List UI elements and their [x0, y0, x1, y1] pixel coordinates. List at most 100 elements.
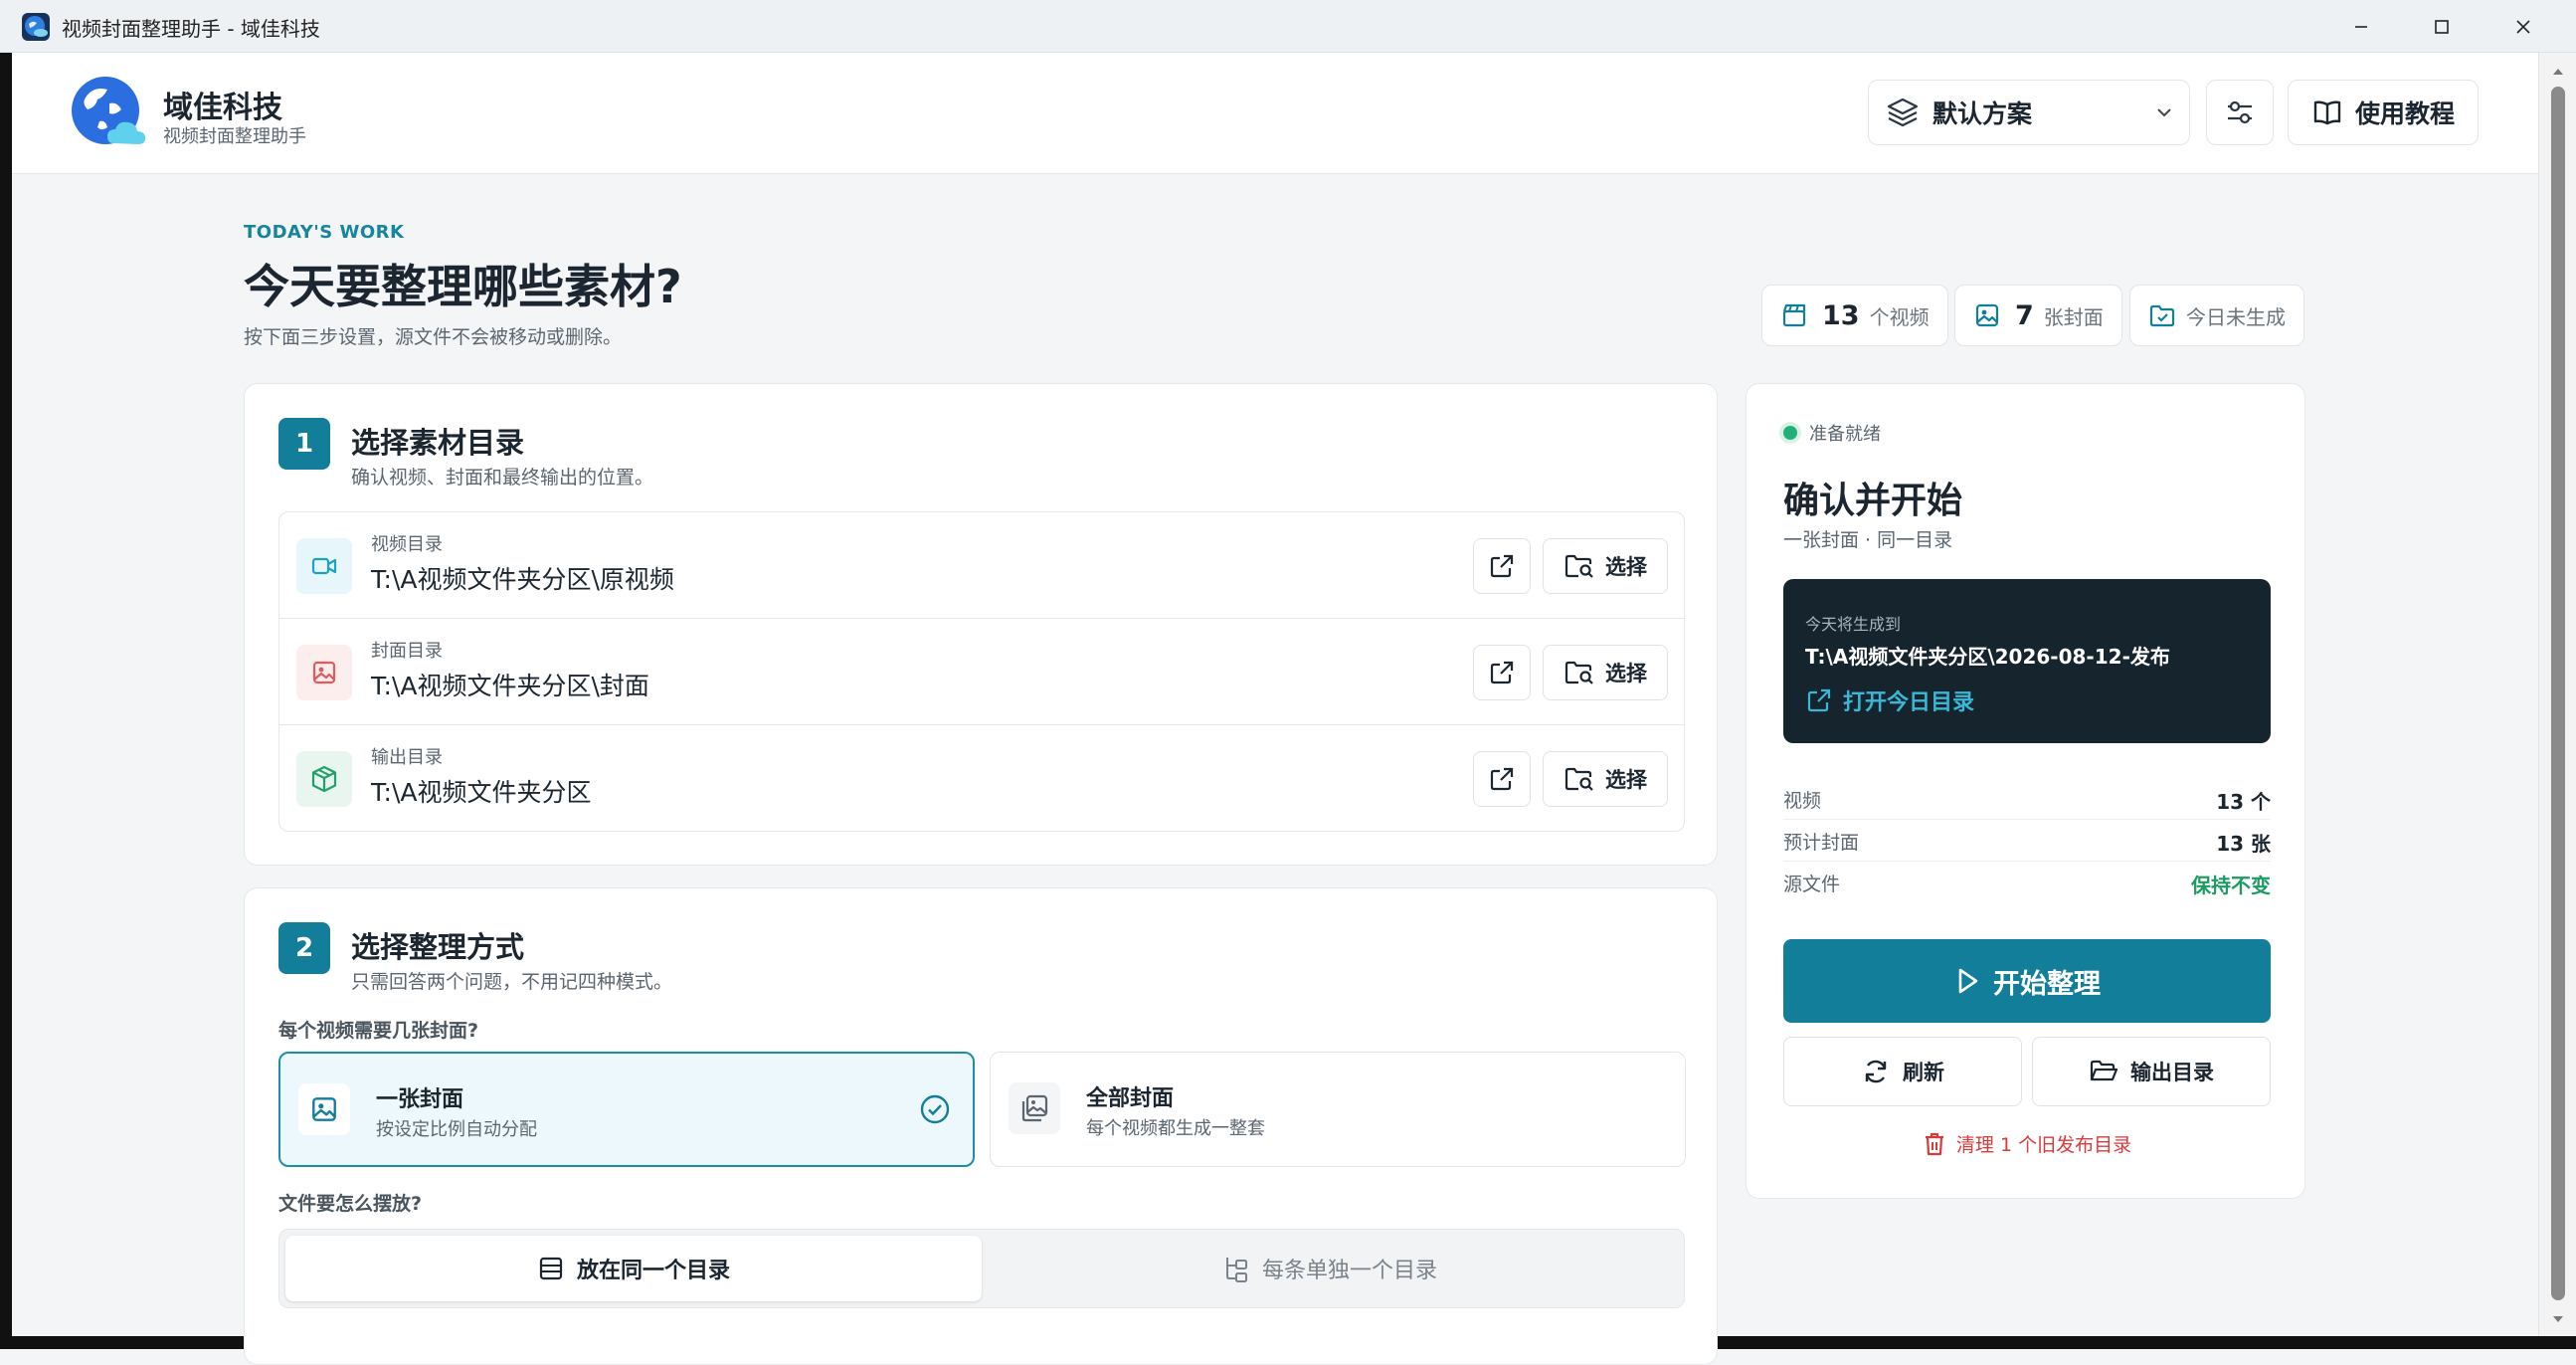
maximize-icon	[2435, 20, 2449, 34]
scheme-select[interactable]: 默认方案	[1868, 80, 2190, 145]
status-text: 准备就绪	[1809, 424, 1881, 445]
refresh-icon	[1865, 1060, 1887, 1083]
refresh-button[interactable]: 刷新	[1783, 1037, 2022, 1106]
option-all-covers[interactable]: 全部封面 每个视频都生成一整套	[990, 1052, 1686, 1167]
scroll-down-arrow-icon[interactable]	[2551, 1312, 2565, 1326]
option-all-sub: 每个视频都生成一整套	[1086, 1118, 1265, 1139]
open-today-dir-label: 打开今日目录	[1843, 690, 1975, 715]
minimize-icon	[2355, 26, 2367, 28]
tutorial-button[interactable]: 使用教程	[2288, 80, 2479, 145]
start-label: 开始整理	[1993, 968, 2101, 1000]
placement-separate-dir-option[interactable]: 每条单独一个目录	[982, 1236, 1678, 1301]
cleanup-link[interactable]: 清理 1 个旧发布目录	[1783, 1130, 2271, 1157]
window-frame-left	[0, 53, 12, 1349]
box-icon	[296, 751, 352, 807]
placement-separate-dir-label: 每条单独一个目录	[1261, 1259, 1437, 1283]
placement-same-dir-label: 放在同一个目录	[576, 1259, 730, 1283]
choose-label: 选择	[1605, 768, 1647, 792]
step1-title: 选择素材目录	[351, 426, 525, 460]
eyebrow-label: TODAY'S WORK	[244, 222, 405, 243]
summary-value: 13 张	[2216, 832, 2271, 856]
open-today-dir-link[interactable]: 打开今日目录	[1805, 684, 1974, 716]
trash-icon	[1925, 1132, 1943, 1155]
destination-path: T:\A视频文件夹分区\2026-08-12-发布	[1805, 645, 2170, 669]
confirm-panel: 准备就绪 确认并开始 一张封面 · 同一目录 今天将生成到 T:\A视频文件夹分…	[1746, 383, 2305, 1199]
step1-card: 1 选择素材目录 确认视频、封面和最终输出的位置。 视频目录 T:\A视频文件夹…	[244, 383, 1718, 866]
stat-today-status: 今日未生成	[2129, 285, 2304, 346]
output-dir-label: 输出目录	[371, 747, 443, 768]
step1-number: 1	[278, 418, 330, 470]
summary-label: 预计封面	[1783, 832, 1860, 854]
open-cover-dir-button[interactable]	[1473, 645, 1531, 700]
open-output-dir-button[interactable]	[1473, 751, 1531, 807]
image-icon	[1975, 303, 1999, 327]
summary-value: 保持不变	[2191, 874, 2271, 897]
open-video-dir-button[interactable]	[1473, 538, 1531, 594]
panel-title: 确认并开始	[1783, 481, 1963, 521]
app-icon	[22, 13, 50, 41]
output-dir-row: 输出目录 T:\A视频文件夹分区 选择	[279, 725, 1684, 831]
cover-dir-row: 封面目录 T:\A视频文件夹分区\封面 选择	[279, 619, 1684, 725]
choose-video-dir-button[interactable]: 选择	[1543, 538, 1668, 594]
refresh-label: 刷新	[1903, 1061, 1944, 1084]
step2-number: 2	[278, 922, 330, 974]
panel-subtitle: 一张封面 · 同一目录	[1783, 529, 1953, 551]
settings-button[interactable]	[2206, 80, 2274, 145]
scroll-up-arrow-icon[interactable]	[2551, 65, 2565, 79]
external-link-icon	[1490, 554, 1514, 578]
app-header: 域佳科技 视频封面整理助手 默认方案 使用教程	[12, 53, 2538, 174]
placement-same-dir-option[interactable]: 放在同一个目录	[285, 1236, 982, 1301]
directory-list: 视频目录 T:\A视频文件夹分区\原视频 选择 封面目录 T:\A视频文件夹分区…	[278, 511, 1685, 832]
video-dir-path: T:\A视频文件夹分区\原视频	[371, 565, 674, 594]
minimize-button[interactable]	[2346, 12, 2376, 42]
summary-label: 视频	[1783, 790, 1822, 812]
page-title: 今天要整理哪些素材?	[244, 260, 682, 313]
stat-video-count: 13 个视频	[1761, 285, 1948, 346]
external-link-icon	[1490, 767, 1514, 791]
book-icon	[2313, 100, 2341, 125]
placement-question: 文件要怎么摆放?	[278, 1193, 423, 1215]
external-link-icon	[1490, 661, 1514, 684]
summary-row-covers: 预计封面 13 张	[1783, 820, 2271, 862]
play-icon	[1958, 968, 1978, 994]
scheme-label: 默认方案	[1932, 99, 2033, 128]
stat-today-text: 今日未生成	[2186, 304, 2286, 329]
summary-label: 源文件	[1783, 874, 1841, 895]
globe-cloud-logo	[70, 74, 147, 151]
step1-subtitle: 确认视频、封面和最终输出的位置。	[351, 467, 654, 488]
output-dir-path: T:\A视频文件夹分区	[371, 778, 592, 807]
stat-video-unit: 个视频	[1869, 304, 1930, 329]
choose-output-dir-button[interactable]: 选择	[1543, 751, 1668, 807]
folder-search-icon	[1564, 767, 1593, 791]
image-icon	[296, 645, 352, 700]
tutorial-label: 使用教程	[2354, 99, 2455, 128]
close-button[interactable]	[2508, 12, 2538, 42]
page-subtitle: 按下面三步设置，源文件不会被移动或删除。	[244, 326, 623, 348]
start-button[interactable]: 开始整理	[1783, 939, 2271, 1023]
brand-subtitle: 视频封面整理助手	[163, 126, 306, 147]
cleanup-label: 清理 1 个旧发布目录	[1955, 1134, 2132, 1156]
vertical-scrollbar[interactable]	[2538, 53, 2576, 1336]
check-circle-icon	[920, 1094, 950, 1124]
choose-label: 选择	[1605, 555, 1647, 579]
window-title: 视频封面整理助手 - 域佳科技	[62, 17, 320, 41]
summary-row-source: 源文件 保持不变	[1783, 862, 2271, 903]
scroll-thumb[interactable]	[2551, 87, 2565, 1300]
choose-label: 选择	[1605, 662, 1647, 685]
stat-video-value: 13	[1822, 299, 1860, 331]
choose-cover-dir-button[interactable]: 选择	[1543, 645, 1668, 700]
output-dir-button[interactable]: 输出目录	[2032, 1037, 2271, 1106]
folder-tree-icon	[1225, 1258, 1247, 1282]
summary-row-videos: 视频 13 个	[1783, 778, 2271, 820]
option-single-cover[interactable]: 一张封面 按设定比例自动分配	[278, 1052, 975, 1167]
folder-open-icon	[2090, 1060, 2118, 1081]
image-icon	[298, 1083, 350, 1135]
option-all-title: 全部封面	[1086, 1086, 1175, 1111]
output-dir-label: 输出目录	[2130, 1061, 2214, 1084]
stat-cover-count: 7 张封面	[1954, 285, 2122, 346]
stat-cover-unit: 张封面	[2043, 304, 2104, 329]
folder-search-icon	[1564, 661, 1593, 684]
step2-title: 选择整理方式	[351, 930, 525, 964]
destination-label: 今天将生成到	[1805, 615, 1902, 634]
maximize-button[interactable]	[2427, 12, 2457, 42]
